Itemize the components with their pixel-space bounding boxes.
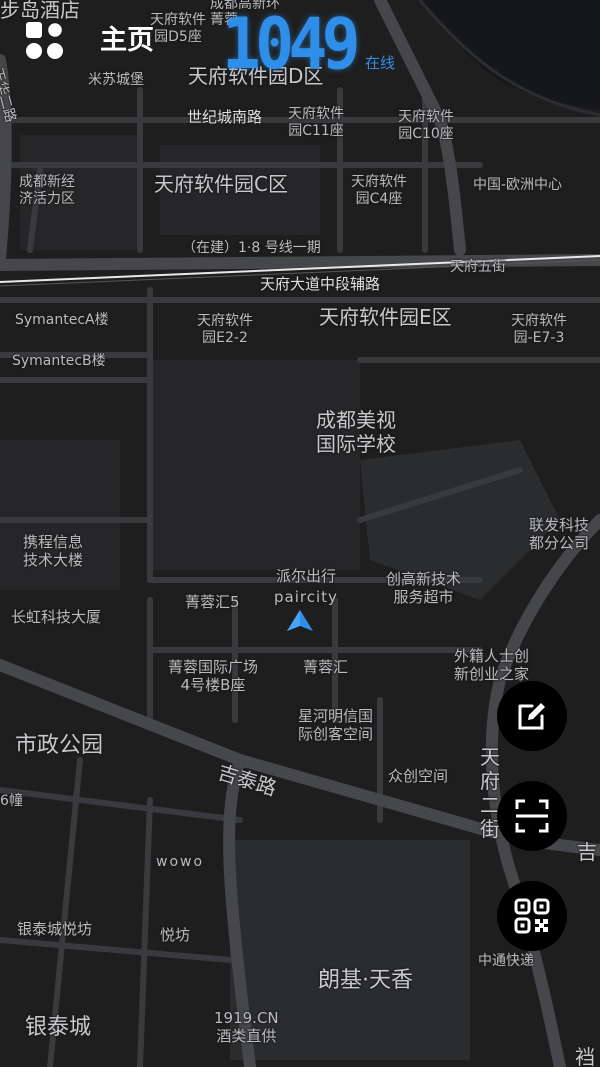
map-label: 外籍人士创 新创业之家 bbox=[454, 647, 530, 683]
map-label: 创高新技术 服务超市 bbox=[386, 570, 462, 606]
edit-icon bbox=[518, 703, 545, 730]
map-label: wowo bbox=[156, 854, 205, 870]
map-label: 市政公园 bbox=[15, 733, 104, 758]
map-label: 联发科技 都分公司 bbox=[529, 516, 590, 552]
map-label: 星河明信国 际创客空间 bbox=[298, 707, 374, 743]
map-label: 1919.CN 酒类直供 bbox=[214, 1009, 279, 1045]
map-label: 天府软件 园C10座 bbox=[398, 109, 454, 142]
map-label: 成都新经 济活力区 bbox=[19, 174, 75, 207]
map-label: 长虹科技大厦 bbox=[11, 608, 102, 626]
map-label: 菁蓉汇5 bbox=[185, 593, 240, 611]
top-header: 主页 1049 在线 bbox=[0, 0, 600, 90]
map-label: 裆 bbox=[575, 1045, 595, 1067]
map-label: 天府软件 园-E7-3 bbox=[511, 313, 567, 346]
page-title: 主页 bbox=[100, 25, 154, 56]
map-label: 天府软件 园C4座 bbox=[351, 174, 407, 207]
map-label: 天府大道中段辅路 bbox=[260, 275, 381, 293]
online-count: 1049 bbox=[222, 3, 361, 85]
map-label: 携程信息 技术大楼 bbox=[23, 533, 84, 569]
map-label: 菁蓉汇 bbox=[303, 658, 349, 676]
map-label: 天府软件园E区 bbox=[319, 305, 452, 329]
map-label: 派尔出行 paircity bbox=[274, 567, 338, 606]
map-label: 悦坊 bbox=[160, 926, 191, 944]
map-label: 吉 bbox=[577, 840, 597, 864]
edit-button[interactable] bbox=[497, 681, 567, 751]
map-label: 菁蓉国际广场 4号楼B座 bbox=[168, 658, 259, 694]
current-location-icon bbox=[287, 610, 313, 631]
scan-icon bbox=[515, 799, 549, 833]
map-label: （在建）1·8 号线一期 bbox=[182, 240, 321, 256]
map-label: SymantecA楼 bbox=[15, 312, 109, 328]
map-label: 天府五街 bbox=[450, 259, 506, 275]
scan-button[interactable] bbox=[497, 781, 567, 851]
online-label: 在线 bbox=[365, 54, 396, 72]
map-label: 中通快递 bbox=[478, 953, 534, 969]
map-label: 成都美视 国际学校 bbox=[316, 408, 396, 456]
qrcode-icon bbox=[514, 898, 550, 934]
map-label: 天府软件 园E2-2 bbox=[197, 313, 253, 346]
map-label: 天府软件 园C11座 bbox=[288, 106, 344, 139]
map-label: 天府软件园C区 bbox=[154, 172, 288, 196]
map-label: 银泰城悦坊 bbox=[17, 920, 93, 938]
map-label: 世纪城南路 bbox=[187, 108, 263, 126]
map-label: 中国-欧洲中心 bbox=[473, 177, 563, 193]
map-label: SymantecB楼 bbox=[12, 353, 106, 369]
map-label: 银泰城 bbox=[25, 1015, 92, 1040]
menu-grid-icon[interactable] bbox=[26, 20, 65, 60]
map-label: 朗基·天香 bbox=[318, 968, 413, 993]
map-label: 6幢 bbox=[0, 793, 23, 809]
map-label: 众创空间 bbox=[388, 767, 449, 785]
qrcode-button[interactable] bbox=[497, 881, 567, 951]
